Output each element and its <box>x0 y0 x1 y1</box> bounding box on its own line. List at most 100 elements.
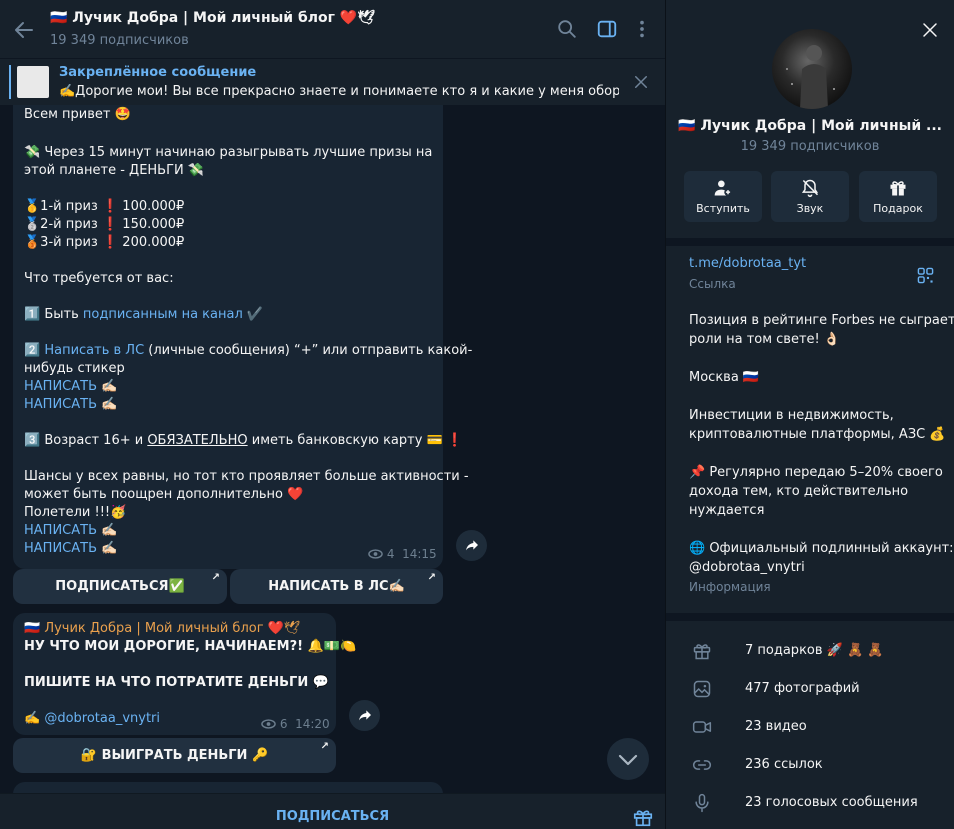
back-arrow-icon[interactable] <box>12 18 36 42</box>
message-line: 🥈2-й приз ❗️ 150.000₽ <box>24 217 185 232</box>
avatar[interactable] <box>772 29 852 109</box>
forward-button[interactable] <box>349 700 380 731</box>
message-line: может быть поощрен дополнительно ❤️ <box>24 487 304 502</box>
media-row-gifts[interactable]: 7 подарков 🚀 🧸 🧸 <box>666 632 954 670</box>
bio-username-link[interactable]: @dobrotaa_vnytri <box>689 558 805 577</box>
media-label: 23 видео <box>745 719 807 734</box>
text-span: (личные сообщения) “+” или отправить как… <box>144 343 473 358</box>
close-icon[interactable] <box>921 21 939 39</box>
media-label: 23 голосовых сообщения <box>745 795 918 810</box>
add-user-icon <box>714 180 732 196</box>
bio-line: Позиция в рейтинге Forbes не сыграет <box>689 313 954 328</box>
more-menu-icon[interactable] <box>631 18 653 40</box>
text-span: 2️⃣ <box>24 343 45 358</box>
gift-button[interactable]: Подарок <box>859 171 937 222</box>
message-line: ПИШИТЕ НА ЧТО ПОТРАТИТЕ ДЕНЬГИ 💬 <box>24 675 329 690</box>
message-time: 14:20 <box>295 717 330 731</box>
views-count: 4 <box>386 547 395 561</box>
views-count: 6 <box>279 717 288 731</box>
media-label: 236 ссылок <box>745 757 823 772</box>
underlined-text: ОБЯЗАТЕЛЬНО <box>147 433 248 448</box>
pinned-message-bar[interactable]: Закреплённое сообщение ✍️Дорогие мои! Вы… <box>0 58 665 105</box>
signature-link[interactable]: @dobrotaa_vnytri <box>44 711 160 726</box>
write-link[interactable]: НАПИСАТЬ <box>24 541 97 556</box>
button-label: 🔐 ВЫИГРАТЬ ДЕНЬГИ 🔑 <box>80 748 269 763</box>
text-span: ✍🏻 <box>97 523 118 538</box>
join-button[interactable]: Вступить <box>684 171 762 222</box>
scroll-down-button[interactable] <box>607 738 649 780</box>
message-bubble[interactable]: 🇷🇺 Лучик Добра | Мой личный блог ❤️🕊 НУ … <box>13 613 356 735</box>
action-label: Звук <box>796 202 824 215</box>
bio-line: Инвестиции в недвижимость, <box>689 408 894 423</box>
message-time: 14:15 <box>402 547 437 561</box>
bell-muted-icon <box>801 179 819 198</box>
qr-code-icon[interactable] <box>917 267 934 284</box>
chat-header: 🇷🇺 Лучик Добра | Мой личный блог ❤️🕊 19 … <box>0 0 665 58</box>
profile-panel: 🇷🇺 Лучик Добра | Мой личный ... 19 349 п… <box>666 0 954 829</box>
subscribe-button[interactable]: ПОДПИСАТЬСЯ <box>0 794 665 829</box>
forward-button[interactable] <box>456 530 487 561</box>
mic-icon <box>695 793 709 813</box>
chat-area: Всем привет 🤩 💸 Через 15 минут начинаю р… <box>0 0 665 829</box>
gift-icon[interactable] <box>632 806 654 828</box>
chevron-down-icon <box>618 754 638 766</box>
media-label: 477 фотографий <box>745 681 860 696</box>
bio-line: 📌 Регулярно передаю 5–20% своего <box>689 465 943 480</box>
subscriber-count: 19 349 подписчиков <box>50 33 189 48</box>
link-label: Ссылка <box>689 277 736 291</box>
media-row-links[interactable]: 236 ссылок <box>666 746 954 784</box>
text-span: 3️⃣ Возраст 16+ и <box>24 433 148 448</box>
media-row-voice[interactable]: 23 голосовых сообщения <box>666 784 954 822</box>
sidebar-toggle-icon[interactable] <box>596 18 618 40</box>
message-line: Шансы у всех равны, но тот кто проявляет… <box>24 469 469 484</box>
inline-subscribe-button[interactable]: ПОДПИСАТЬСЯ✅ ↗ <box>13 569 227 604</box>
info-label: Информация <box>689 580 771 594</box>
pinned-thumbnail <box>17 66 49 98</box>
message-line: 🥇1-й приз ❗️ 100.000₽ <box>24 199 185 214</box>
section-separator <box>666 613 954 621</box>
channel-link[interactable]: t.me/dobrotaa_tyt <box>689 256 806 271</box>
message-line: 1️⃣ Быть подписанным на канал ✔️ <box>24 306 263 324</box>
message-line: нибудь стикер <box>24 361 125 376</box>
write-link[interactable]: НАПИСАТЬ <box>24 379 97 394</box>
bio-line: криптовалютные платформы, АЗС 💰 <box>689 427 946 442</box>
media-row-photos[interactable]: 477 фотографий <box>666 670 954 708</box>
media-row-videos[interactable]: 23 видео <box>666 708 954 746</box>
button-label: ПОДПИСАТЬСЯ✅ <box>55 579 185 594</box>
message-line: Всем привет 🤩 <box>24 107 131 122</box>
write-link[interactable]: НАПИСАТЬ <box>24 397 97 412</box>
forward-icon <box>465 540 478 551</box>
bio-line: Москва 🇷🇺 <box>689 370 760 385</box>
button-label: НАПИСАТЬ В ЛС✍🏻 <box>268 579 405 594</box>
avatar-photo <box>786 45 835 109</box>
bio-line: 🌐 Официальный подлинный аккаунт: <box>689 541 954 556</box>
search-icon[interactable] <box>556 18 578 40</box>
link-icon <box>692 760 712 770</box>
inline-write-dm-button[interactable]: НАПИСАТЬ В ЛС✍🏻 ↗ <box>230 569 443 604</box>
views-icon <box>261 719 276 729</box>
sound-button[interactable]: Звук <box>771 171 849 222</box>
subscribe-channel-link[interactable]: подписанным на канал <box>83 307 243 322</box>
write-link[interactable]: НАПИСАТЬ <box>24 523 97 538</box>
profile-name: 🇷🇺 Лучик Добра | Мой личный ... <box>678 118 942 134</box>
message-line: НУ ЧТО МОИ ДОРОГИЕ, НАЧИНАЕМ?! 🔔💵🍋 <box>24 639 357 654</box>
message-author[interactable]: 🇷🇺 Лучик Добра | Мой личный блог ❤️🕊 <box>24 620 300 638</box>
message-line: 2️⃣ Написать в ЛС (личные сообщения) “+”… <box>24 342 472 360</box>
text-span: ✔️ <box>242 307 264 322</box>
action-label: Вступить <box>696 202 750 215</box>
channel-title[interactable]: 🇷🇺 Лучик Добра | Мой личный блог ❤️🕊 <box>50 10 375 26</box>
message-line: НАПИСАТЬ ✍🏻 <box>24 378 117 396</box>
message-line: НАПИСАТЬ ✍🏻 <box>24 540 117 558</box>
views-icon <box>368 549 383 559</box>
message-bubble[interactable]: Всем привет 🤩 💸 Через 15 минут начинаю р… <box>13 94 472 569</box>
action-label: Подарок <box>873 202 923 215</box>
close-icon[interactable] <box>632 73 650 91</box>
message-line: НАПИСАТЬ ✍🏻 <box>24 396 117 414</box>
pinned-title: Закреплённое сообщение <box>59 65 257 80</box>
media-label: 7 подарков 🚀 🧸 🧸 <box>745 643 884 658</box>
message-line: 💸 Через 15 минут начинаю разыгрывать луч… <box>24 145 433 160</box>
write-dm-link[interactable]: Написать в ЛС <box>44 343 144 358</box>
inline-win-money-button[interactable]: 🔐 ВЫИГРАТЬ ДЕНЬГИ 🔑 ↗ <box>13 738 336 773</box>
external-arrow-icon: ↗ <box>320 741 329 752</box>
text-span: ✍🏻 <box>97 541 118 556</box>
